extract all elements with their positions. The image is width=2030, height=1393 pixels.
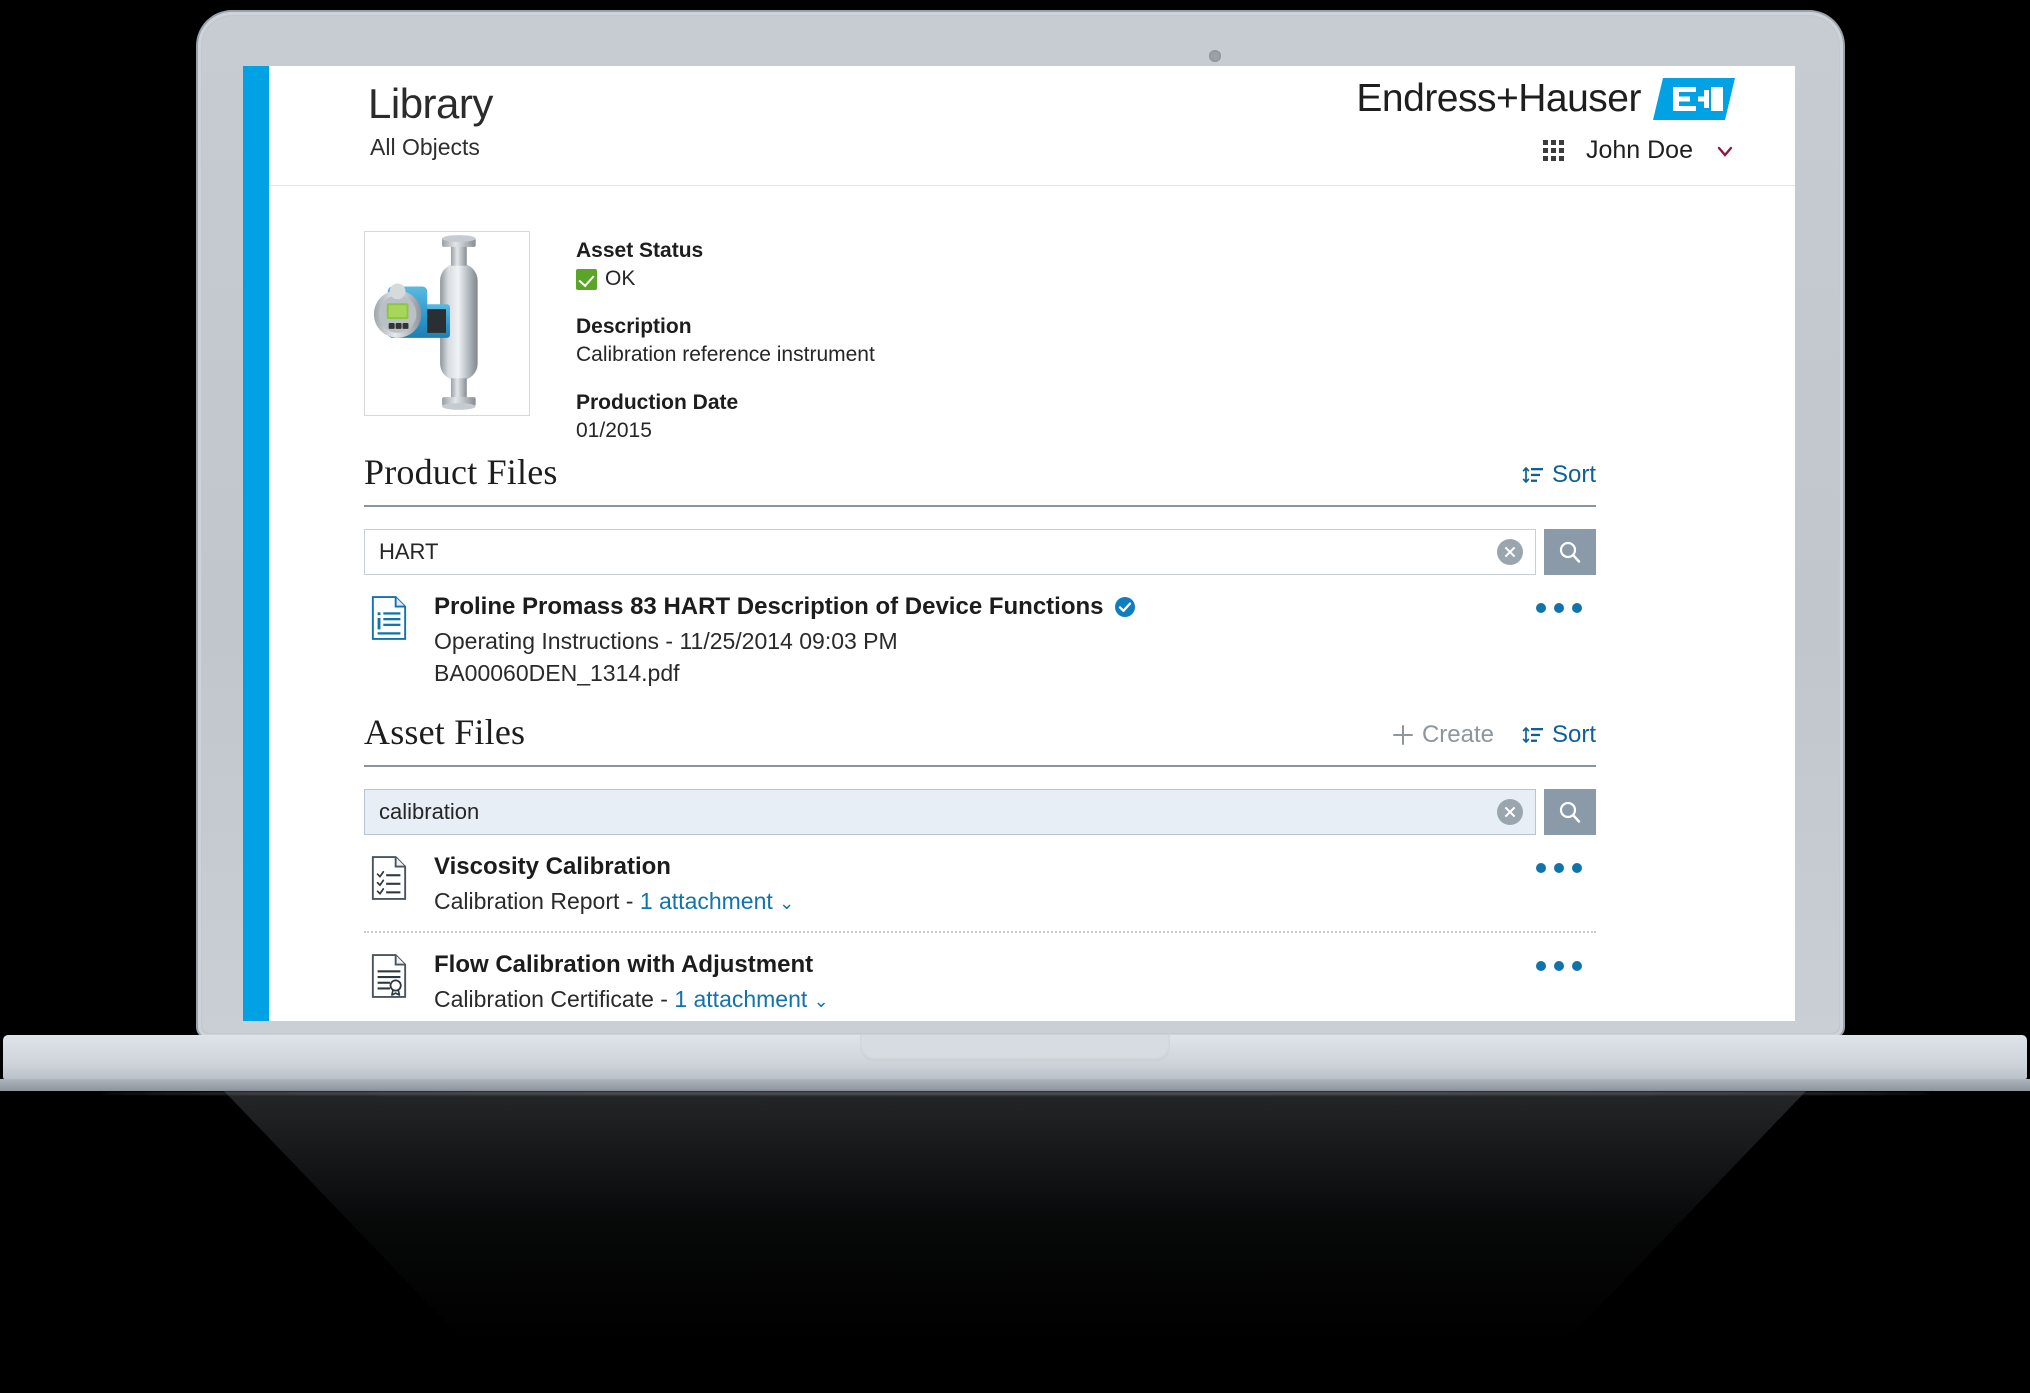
verified-badge-icon xyxy=(1114,596,1136,618)
asset-files-search-row: calibration xyxy=(364,789,1596,835)
product-files-header: Product Files Sort xyxy=(364,451,1596,507)
file-title-text: Viscosity Calibration xyxy=(434,853,671,880)
product-files-search-value: HART xyxy=(379,539,439,564)
check-ok-icon xyxy=(576,268,597,290)
left-accent-rail xyxy=(243,66,269,1021)
table-row[interactable]: Proline Promass 83 HART Description of D… xyxy=(364,575,1596,703)
user-name-label[interactable]: John Doe xyxy=(1586,136,1693,165)
laptop-base xyxy=(0,1035,2030,1095)
certificate-document-icon xyxy=(370,953,412,1004)
asset-files-header: Asset Files Create Sort xyxy=(364,711,1596,767)
clear-circle-icon[interactable] xyxy=(1497,799,1523,825)
production-date-label: Production Date xyxy=(576,391,739,414)
file-details: Flow Calibration with Adjustment Calibra… xyxy=(434,951,1596,1013)
sort-icon xyxy=(1522,464,1544,486)
product-files-actions: Sort xyxy=(1522,461,1596,493)
product-files-sort-button[interactable]: Sort xyxy=(1522,461,1596,489)
description-value: Calibration reference instrument xyxy=(576,343,875,366)
file-title-text: Proline Promass 83 HART Description of D… xyxy=(434,593,1104,620)
file-title: Flow Calibration with Adjustment xyxy=(434,951,1596,979)
asset-files-search-button[interactable] xyxy=(1544,789,1596,835)
file-type-text: Calibration Report - xyxy=(434,888,640,914)
file-type-text: Calibration Certificate - xyxy=(434,986,675,1012)
plus-icon xyxy=(1392,724,1414,746)
asset-status-value: OK xyxy=(605,267,636,290)
breadcrumb[interactable]: All Objects xyxy=(370,134,480,161)
asset-info: Asset Status OK Description Calibration … xyxy=(576,231,875,443)
product-files-search-row: HART xyxy=(364,529,1596,575)
asset-files-section: Asset Files Create Sort calibration Visc… xyxy=(364,711,1596,1021)
attachment-link[interactable]: 1 attachment xyxy=(674,986,807,1012)
chevron-down-icon[interactable]: ⌄ xyxy=(779,893,794,913)
description-block: Description Calibration reference instru… xyxy=(576,315,875,367)
product-files-sort-label: Sort xyxy=(1551,461,1596,488)
laptop-base-notch xyxy=(860,1035,1170,1061)
chevron-down-icon[interactable] xyxy=(1715,141,1735,161)
screenshot-stage: Library All Objects Endress+Hauser John … xyxy=(0,0,2030,1393)
product-files-title: Product Files xyxy=(364,452,558,492)
file-details: Viscosity Calibration Calibration Report… xyxy=(434,853,1596,915)
document-info-icon xyxy=(370,595,412,646)
file-meta: Operating Instructions - 11/25/2014 09:0… xyxy=(434,628,898,654)
asset-files-actions: Create Sort xyxy=(1392,721,1596,753)
laptop-base-top xyxy=(3,1035,2027,1079)
asset-files-create-label: Create xyxy=(1421,721,1494,748)
asset-files-create-button[interactable]: Create xyxy=(1392,721,1494,749)
account-bar: John Doe xyxy=(1542,136,1735,165)
production-date-block: Production Date 01/2015 xyxy=(576,391,875,443)
asset-files-sort-label: Sort xyxy=(1551,721,1596,748)
webcam-icon xyxy=(1209,50,1221,62)
file-meta: Calibration Report - 1 attachment ⌄ xyxy=(434,888,1596,915)
page-title: Library xyxy=(368,80,493,127)
file-details: Proline Promass 83 HART Description of D… xyxy=(434,593,1596,687)
asset-summary: Asset Status OK Description Calibration … xyxy=(364,231,875,443)
reflection-shape xyxy=(223,1090,1807,1390)
clear-circle-icon[interactable] xyxy=(1497,539,1523,565)
overflow-menu-icon[interactable] xyxy=(1536,603,1582,613)
table-row[interactable]: Flow Calibration with Adjustment Calibra… xyxy=(364,931,1596,1021)
apps-grid-icon[interactable] xyxy=(1542,140,1564,161)
chevron-down-icon[interactable]: ⌄ xyxy=(814,991,829,1011)
overflow-menu-icon[interactable] xyxy=(1536,961,1582,971)
brand-logo: Endress+Hauser xyxy=(1356,76,1735,122)
app-screen: Library All Objects Endress+Hauser John … xyxy=(243,66,1795,1021)
asset-files-search-value: calibration xyxy=(379,799,480,824)
product-files-search-input[interactable]: HART xyxy=(364,529,1536,575)
asset-status-label: Asset Status xyxy=(576,239,704,262)
search-icon xyxy=(1559,801,1581,823)
table-row[interactable]: Viscosity Calibration Calibration Report… xyxy=(364,835,1596,931)
description-label: Description xyxy=(576,315,692,338)
file-title: Viscosity Calibration xyxy=(434,853,1596,881)
main-content: Asset Status OK Description Calibration … xyxy=(269,186,1795,1021)
file-name: BA00060DEN_1314.pdf xyxy=(434,660,680,686)
laptop-reflection xyxy=(0,1090,2030,1390)
eh-logo-icon xyxy=(1653,76,1735,122)
product-files-section: Product Files Sort HART Proline Promass … xyxy=(364,451,1596,703)
asset-files-sort-button[interactable]: Sort xyxy=(1522,721,1596,749)
sort-icon xyxy=(1522,724,1544,746)
brand-name: Endress+Hauser xyxy=(1356,77,1641,120)
checklist-document-icon xyxy=(370,855,412,906)
file-title-text: Flow Calibration with Adjustment xyxy=(434,951,814,978)
attachment-link[interactable]: 1 attachment xyxy=(640,888,773,914)
asset-status-block: Asset Status OK xyxy=(576,239,875,291)
search-icon xyxy=(1559,541,1581,563)
asset-files-title: Asset Files xyxy=(364,712,526,752)
product-files-search-button[interactable] xyxy=(1544,529,1596,575)
app-header: Library All Objects Endress+Hauser John … xyxy=(269,66,1795,186)
file-meta: Calibration Certificate - 1 attachment ⌄ xyxy=(434,986,1596,1013)
asset-files-search-input[interactable]: calibration xyxy=(364,789,1536,835)
production-date-value: 01/2015 xyxy=(576,419,652,442)
overflow-menu-icon[interactable] xyxy=(1536,863,1582,873)
file-title: Proline Promass 83 HART Description of D… xyxy=(434,593,1596,621)
asset-thumbnail[interactable] xyxy=(364,231,530,416)
status-badge: OK xyxy=(576,267,875,291)
